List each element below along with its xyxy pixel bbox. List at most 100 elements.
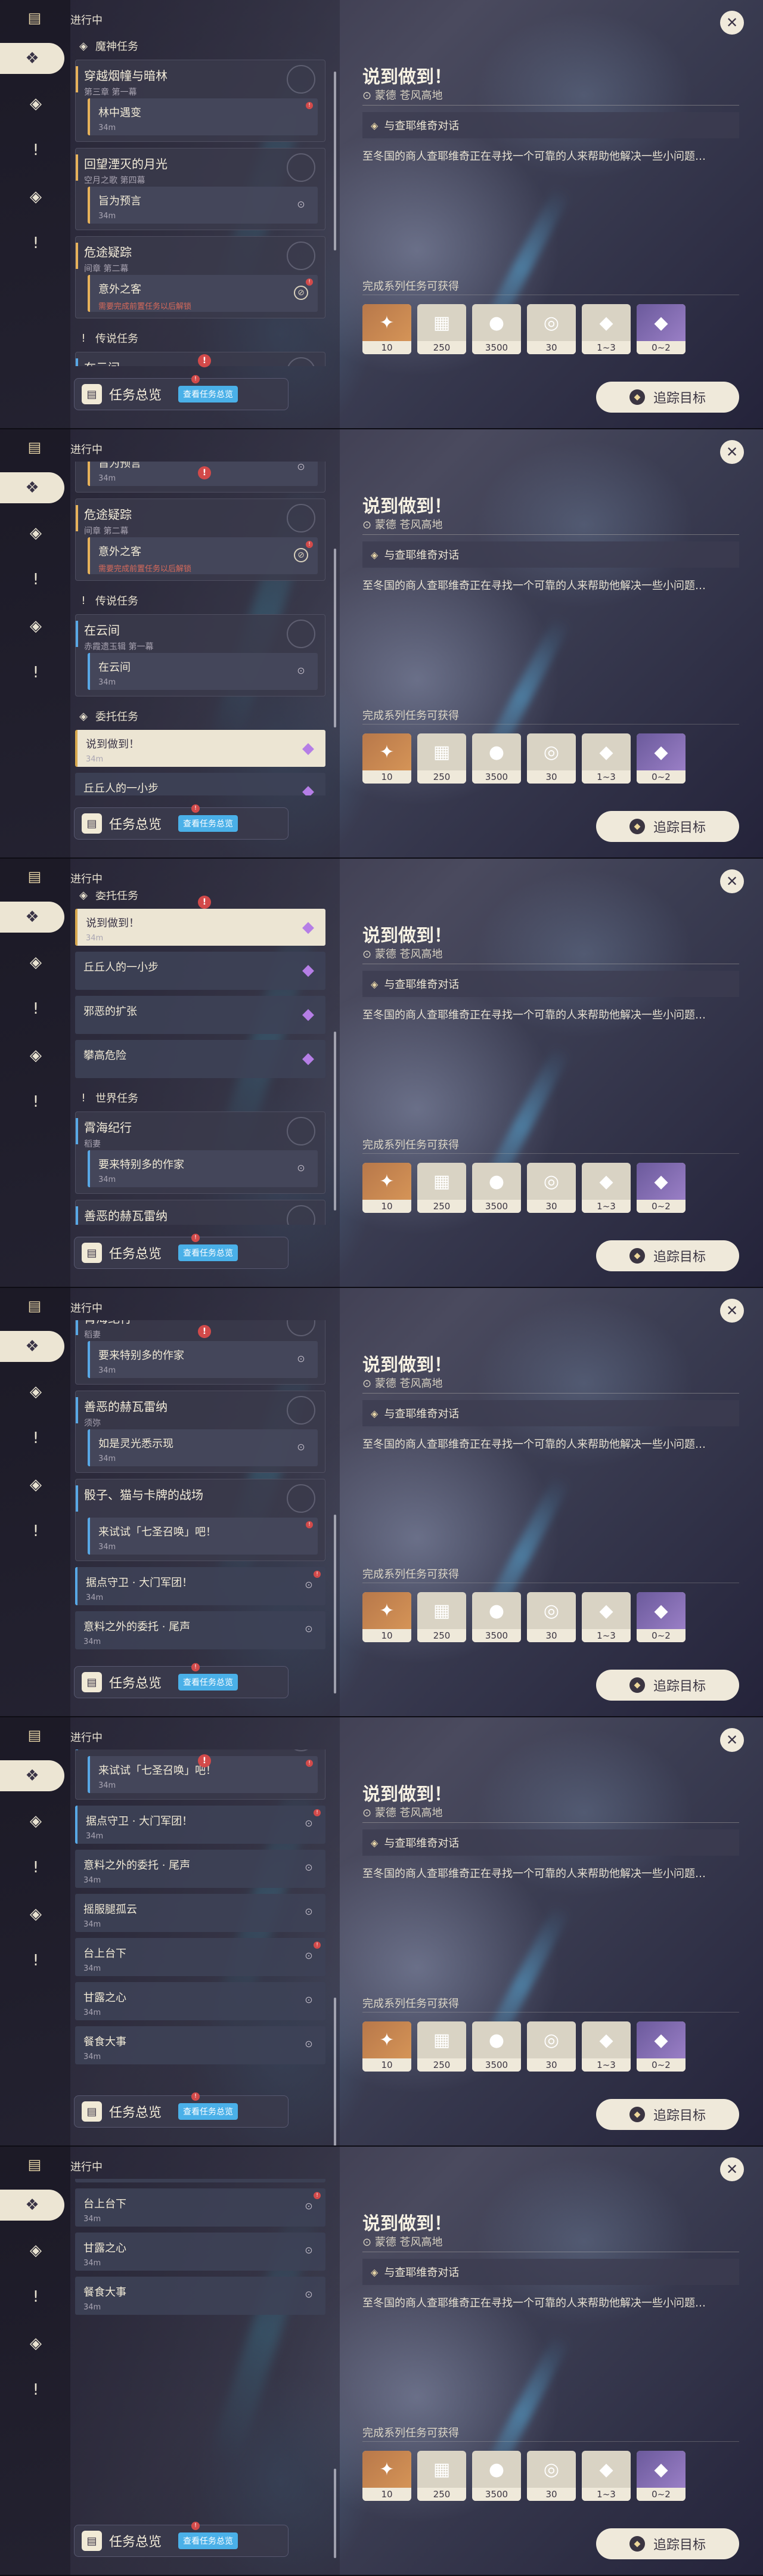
world-quest-item[interactable]: 甘露之心 34m ⊙ [75, 1982, 325, 2020]
close-button[interactable]: ✕ [720, 440, 744, 464]
list-scrollbar[interactable] [334, 72, 336, 250]
sub-quest-item[interactable]: 林中遇变 34m! [88, 98, 318, 135]
quest-group[interactable]: 骰子、猫与卡牌的战场 来试试「七圣召唤」吧！34m! [75, 1479, 325, 1561]
reward-item[interactable]: ◆ 1~3 [582, 1163, 631, 1213]
reward-item[interactable]: ● 3500 [472, 304, 521, 354]
world-quest-icon[interactable]: ! [20, 657, 51, 688]
world-quest-item[interactable]: 餐食大事 34m ⊙ [75, 2277, 325, 2315]
reward-item[interactable]: ◆ 0~2 [637, 2021, 686, 2072]
track-target-button[interactable]: ◆ 追踪目标 [596, 811, 739, 842]
map-pin-icon[interactable]: ⊙ [303, 1906, 315, 1918]
quest-group[interactable]: 在云间赤霞遗玉辑 第一幕 在云间34m⊙ [75, 614, 325, 696]
commission-icon[interactable]: ◈ [20, 181, 51, 212]
reward-item[interactable]: ◆ 1~3 [582, 304, 631, 354]
sub-quest-item[interactable]: 要来特别多的作家 34m ⊙ [88, 1150, 318, 1187]
reward-item[interactable]: ◎ 30 [527, 1592, 576, 1642]
track-target-button[interactable]: ◆ 追踪目标 [596, 1240, 739, 1271]
quest-group[interactable]: 善恶的赫瓦雷纳须弥 如是灵光悉示现34m⊙ [75, 1391, 325, 1473]
story-quest-icon[interactable]: ! [20, 564, 51, 595]
archon-quest-icon[interactable]: ◈ [20, 1806, 51, 1837]
map-pin-icon[interactable]: ⊙ [303, 1579, 315, 1591]
quest-group[interactable]: 善恶的赫瓦雷纳须弥 如是灵光悉示现34m⊙ [75, 1200, 325, 1225]
map-pin-icon[interactable]: ⊙ [303, 2244, 315, 2256]
quest-overview-button[interactable]: ▤ 任务总览 查看任务总览 ! [74, 375, 289, 410]
commission-icon[interactable]: ◈ [20, 2328, 51, 2359]
reward-item[interactable]: ◎ 30 [527, 733, 576, 784]
reward-item[interactable]: ◆ 0~2 [637, 733, 686, 784]
quest-overview-button[interactable]: ▤ 任务总览 查看任务总览 ! [74, 1663, 289, 1698]
scroll-alert-indicator[interactable]: ! [198, 1754, 211, 1767]
reward-item[interactable]: ◆ 1~3 [582, 2451, 631, 2501]
world-quest-icon[interactable]: ! [20, 228, 51, 259]
sub-quest-item[interactable]: 要来特别多的作家 34m ⊙ [88, 1341, 318, 1378]
reward-item[interactable]: ✦ 10 [362, 1592, 411, 1642]
reward-item[interactable]: ✦ 10 [362, 733, 411, 784]
map-pin-icon[interactable]: ⊙ [303, 1623, 315, 1635]
story-quest-icon[interactable]: ! [20, 993, 51, 1024]
map-pin-icon[interactable]: ⊙ [303, 2038, 315, 2050]
quest-list[interactable]: ◈魔神任务 穿越烟幢与暗林第三章 第一幕 林中遇变34m! 回望湮灭的月光空月之… [70, 891, 340, 1225]
scroll-alert-indicator[interactable]: ! [198, 466, 211, 479]
sub-quest-item[interactable]: 如是灵光悉示现 34m ⊙ [88, 1429, 318, 1466]
sub-quest-item[interactable]: 在云间 34m ⊙ [88, 653, 318, 690]
quest-list[interactable]: ◈魔神任务 穿越烟幢与暗林第三章 第一幕 林中遇变34m! 回望湮灭的月光空月之… [70, 32, 340, 366]
reward-item[interactable]: ◆ 1~3 [582, 2021, 631, 2072]
reward-item[interactable]: ◎ 30 [527, 304, 576, 354]
reward-item[interactable]: ◎ 30 [527, 1163, 576, 1213]
commission-item-selected[interactable]: 说到做到！ 34m ◆ [75, 730, 325, 767]
reward-item[interactable]: ◆ 1~3 [582, 733, 631, 784]
world-quest-item[interactable]: 意料之外的委托 · 尾声 34m ⊙ [75, 1611, 325, 1649]
scroll-alert-indicator[interactable]: ! [198, 1325, 211, 1338]
map-pin-icon[interactable]: ⊙ [303, 2200, 315, 2212]
commission-item[interactable]: 邪恶的扩张 ◆ [75, 996, 325, 1034]
reward-item[interactable]: ✦ 10 [362, 2021, 411, 2072]
world-quest-item[interactable]: 台上台下 34m ⊙! [75, 1938, 325, 1976]
map-pin-icon[interactable]: ⊙ [295, 1353, 307, 1365]
list-scrollbar[interactable] [334, 1998, 336, 2145]
commission-item[interactable]: 攀高危险 ◆ [75, 1040, 325, 1078]
all-quests-icon[interactable]: ❖ [0, 2190, 64, 2221]
reward-item[interactable]: ▦ 250 [417, 2021, 466, 2072]
world-quest-item[interactable]: 摇服腿孤云34m⊙ [75, 2179, 325, 2182]
map-pin-icon[interactable]: ⊙ [295, 1162, 307, 1174]
world-quest-icon[interactable]: ! [20, 1945, 51, 1976]
list-scrollbar[interactable] [334, 1515, 336, 1693]
story-quest-icon[interactable]: ! [20, 1423, 51, 1454]
list-scrollbar[interactable] [334, 549, 336, 727]
list-scrollbar[interactable] [334, 1032, 336, 1210]
quest-list[interactable]: ◈魔神任务 穿越烟幢与暗林第三章 第一幕 林中遇变34m! 回望湮灭的月光空月之… [70, 462, 340, 795]
reward-item[interactable]: ◎ 30 [527, 2021, 576, 2072]
all-quests-icon[interactable]: ❖ [0, 472, 64, 503]
track-target-button[interactable]: ◆ 追踪目标 [596, 2528, 739, 2559]
world-quest-item[interactable]: 据点守卫 · 大门军团！ 34m ⊙! [75, 1806, 325, 1844]
reward-item[interactable]: ▦ 250 [417, 1163, 466, 1213]
commission-item[interactable]: 丘丘人的一小步 ◆ [75, 952, 325, 990]
reward-item[interactable]: ◆ 0~2 [637, 1592, 686, 1642]
quest-group[interactable]: 危途疑踪 间章 第二幕 意外之客 需要完成前置任务以后解锁 ⊘! [75, 499, 325, 581]
map-pin-icon[interactable]: ⊙ [295, 1441, 307, 1453]
reward-item[interactable]: ▦ 250 [417, 304, 466, 354]
commission-icon[interactable]: ◈ [20, 1040, 51, 1071]
all-quests-icon[interactable]: ❖ [0, 902, 64, 933]
reward-item[interactable]: ◆ 1~3 [582, 1592, 631, 1642]
list-scrollbar[interactable] [334, 2469, 336, 2558]
reward-item[interactable]: ● 3500 [472, 733, 521, 784]
reward-item[interactable]: ▦ 250 [417, 733, 466, 784]
close-button[interactable]: ✕ [720, 11, 744, 35]
reward-item[interactable]: ▦ 250 [417, 1592, 466, 1642]
world-quest-item[interactable]: 摇服腿孤云34m⊙ [75, 1894, 325, 1932]
all-quests-icon[interactable]: ❖ [0, 43, 64, 74]
map-pin-icon[interactable]: ⊙ [295, 199, 307, 210]
reward-item[interactable]: ✦ 10 [362, 304, 411, 354]
commission-icon[interactable]: ◈ [20, 611, 51, 642]
map-pin-icon[interactable]: ⊙ [295, 462, 307, 473]
quest-list[interactable]: ◈魔神任务 穿越烟幢与暗林第三章 第一幕 林中遇变34m! 回望湮灭的月光空月之… [70, 1750, 340, 2083]
quest-list[interactable]: ◈魔神任务 穿越烟幢与暗林第三章 第一幕 林中遇变34m! 回望湮灭的月光空月之… [70, 1320, 340, 1654]
close-button[interactable]: ✕ [720, 1299, 744, 1323]
sub-quest-item[interactable]: 意外之客 需要完成前置任务以后解锁 ⊘! [88, 275, 318, 312]
map-pin-icon[interactable]: ⊙ [303, 2289, 315, 2301]
story-quest-icon[interactable]: ! [20, 2281, 51, 2312]
quest-overview-button[interactable]: ▤ 任务总览 查看任务总览 ! [74, 804, 289, 840]
reward-item[interactable]: ◆ 0~2 [637, 1163, 686, 1213]
reward-item[interactable]: ◆ 0~2 [637, 2451, 686, 2501]
